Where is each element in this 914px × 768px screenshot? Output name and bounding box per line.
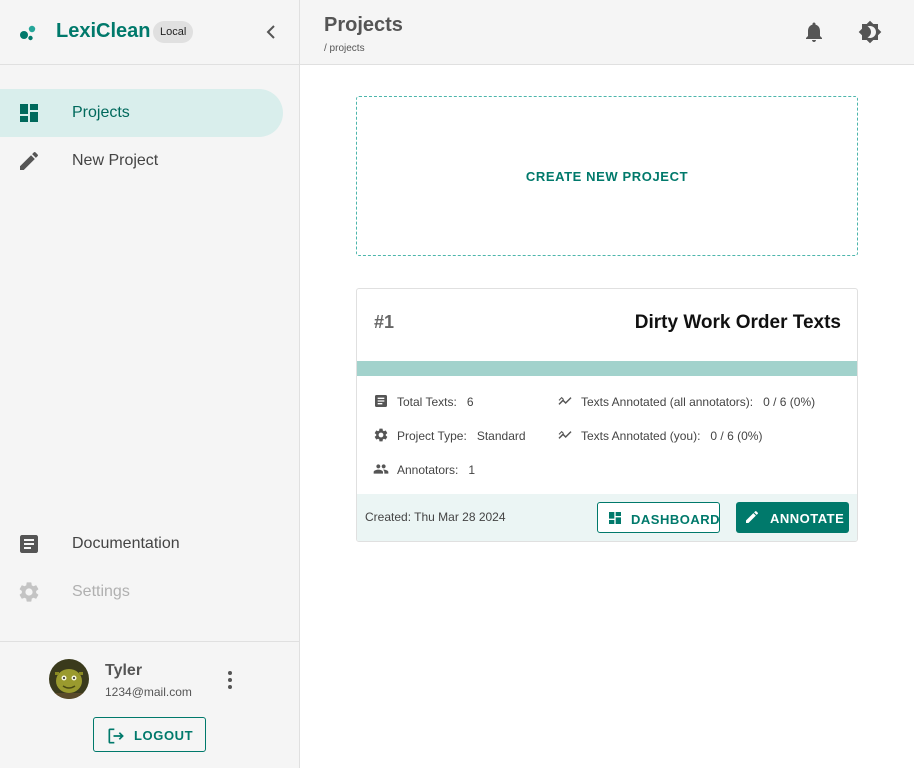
annotate-label: ANNOTATE xyxy=(770,511,845,526)
sidebar-item-label: Projects xyxy=(72,104,130,121)
dashboard-button[interactable]: DASHBOARD xyxy=(597,502,720,533)
more-vertical-icon[interactable] xyxy=(218,668,242,692)
document-icon xyxy=(375,395,387,407)
stat-label: Texts Annotated (all annotators): xyxy=(581,395,754,409)
top-header: Projects / projects xyxy=(300,0,914,65)
pencil-icon xyxy=(20,151,39,170)
stat-label: Total Texts: xyxy=(397,395,457,409)
logo-icon xyxy=(20,25,36,41)
page-title: Projects xyxy=(324,14,403,36)
stat-label: Annotators: xyxy=(397,463,459,477)
people-icon xyxy=(373,464,389,474)
trending-icon xyxy=(558,396,572,405)
user-email: 1234@mail.com xyxy=(105,685,192,699)
stat-value: Standard xyxy=(476,429,526,443)
stat-label: Texts Annotated (you): xyxy=(581,429,701,443)
stat-value: 0 / 6 (0%) xyxy=(763,395,816,409)
project-number: #1 xyxy=(374,312,395,332)
create-project-button[interactable]: CREATE NEW PROJECT xyxy=(356,96,858,256)
trending-icon xyxy=(558,430,572,439)
stat-value: 0 / 6 (0%) xyxy=(710,429,763,443)
stat-label: Project Type: xyxy=(397,429,467,443)
project-title: Dirty Work Order Texts xyxy=(634,312,841,333)
sidebar-item-label: New Project xyxy=(72,152,159,169)
project-card: #1 Dirty Work Order Texts Total Texts: 6… xyxy=(356,288,858,542)
user-panel: Tyler 1234@mail.com LOGOUT xyxy=(0,641,299,768)
dashboard-icon xyxy=(609,512,621,524)
sidebar-item-projects[interactable]: Projects xyxy=(0,89,283,137)
sidebar-item-new-project[interactable]: New Project xyxy=(0,137,283,185)
sidebar-item-label: Settings xyxy=(72,583,130,600)
project-progress-bar xyxy=(357,361,857,376)
gear-icon xyxy=(374,428,388,442)
environment-badge: Local xyxy=(153,21,194,43)
bell-icon[interactable] xyxy=(802,20,826,44)
dashboard-icon xyxy=(20,104,38,122)
chevron-left-icon[interactable] xyxy=(259,20,283,44)
annotate-button[interactable]: ANNOTATE xyxy=(736,502,849,533)
sidebar-item-label: Documentation xyxy=(72,535,180,552)
stat-value: 6 xyxy=(466,395,474,409)
avatar[interactable] xyxy=(49,659,89,699)
document-icon xyxy=(20,535,38,553)
brand-name: LexiClean xyxy=(56,20,151,42)
user-name: Tyler xyxy=(105,662,143,679)
sidebar-item-documentation[interactable]: Documentation xyxy=(0,520,283,568)
sidebar-item-settings[interactable]: Settings xyxy=(0,568,283,616)
dashboard-label: DASHBOARD xyxy=(631,512,720,527)
logout-icon xyxy=(108,728,124,744)
sidebar: LexiClean Local Projects New Project Doc… xyxy=(0,0,300,768)
pencil-icon xyxy=(746,510,759,523)
brand-header: LexiClean Local xyxy=(0,0,299,65)
logout-button[interactable]: LOGOUT xyxy=(93,717,206,752)
create-project-label: CREATE NEW PROJECT xyxy=(525,169,689,184)
breadcrumb: / projects xyxy=(324,43,365,54)
logout-label: LOGOUT xyxy=(134,728,194,743)
project-card-footer: Created: Thu Mar 28 2024 DASHBOARD ANNOT… xyxy=(357,494,857,541)
created-date: Created: Thu Mar 28 2024 xyxy=(365,510,506,524)
stat-value: 1 xyxy=(468,463,476,477)
brightness-toggle-icon[interactable] xyxy=(858,20,882,44)
gear-icon xyxy=(19,582,39,602)
